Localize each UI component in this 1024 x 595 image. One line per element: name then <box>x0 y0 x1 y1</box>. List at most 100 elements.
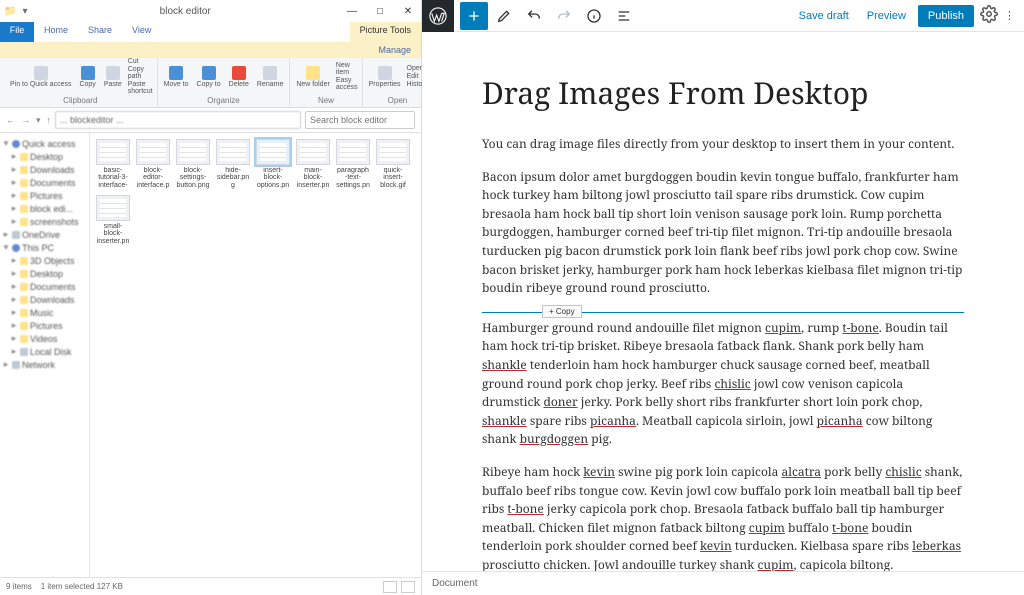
file-caption: hide-sidebar.png <box>216 167 250 189</box>
file-item[interactable]: insert-block-options.png <box>256 139 290 189</box>
tree-node[interactable]: ▸screenshots <box>2 215 87 228</box>
file-caption: insert-block-options.png <box>256 167 290 189</box>
file-item[interactable]: main-block-inserter.png <box>296 139 330 189</box>
tree-node[interactable]: ▸Pictures <box>2 189 87 202</box>
tab-file[interactable]: File <box>0 22 34 42</box>
file-thumbnail <box>96 139 130 165</box>
file-item[interactable]: hide-sidebar.png <box>216 139 250 189</box>
minimize-button[interactable]: — <box>343 6 361 17</box>
tree-node[interactable]: ▸Desktop <box>2 267 87 280</box>
view-details-button[interactable] <box>383 581 397 593</box>
tree-node[interactable]: ▾Quick access <box>2 137 87 150</box>
title-bar: 📁 ▾ block editor — □ ✕ <box>0 0 421 22</box>
tree-node[interactable]: ▸Music <box>2 306 87 319</box>
file-caption: quick-insert-block.gif <box>376 167 410 189</box>
tab-manage[interactable]: Manage <box>368 42 421 58</box>
publish-button[interactable]: Publish <box>918 5 974 27</box>
file-thumbnail <box>376 139 410 165</box>
rename-button[interactable]: Rename <box>255 66 285 88</box>
copy-path-button[interactable]: Copy path <box>128 66 153 80</box>
status-bar: 9 items 1 item selected 127 KB <box>0 577 421 595</box>
cut-button[interactable]: Cut <box>128 58 153 65</box>
file-caption: main-block-inserter.png <box>296 167 330 189</box>
search-input[interactable] <box>305 111 415 129</box>
easy-access-button[interactable]: Easy access <box>336 77 358 91</box>
wordpress-logo[interactable] <box>422 0 454 32</box>
file-thumbnail <box>336 139 370 165</box>
file-explorer-window: 📁 ▾ block editor — □ ✕ File Home Share V… <box>0 0 422 595</box>
nav-back-button[interactable]: ← <box>6 115 15 126</box>
nav-history-button[interactable]: ▾ <box>36 115 41 126</box>
file-item[interactable]: block-editor-interface.png <box>136 139 170 189</box>
file-thumbnail <box>256 139 290 165</box>
properties-button[interactable]: Properties <box>367 66 403 88</box>
copy-button[interactable]: Copy <box>77 66 97 88</box>
breadcrumb-document[interactable]: Document <box>432 578 478 589</box>
editor-top-bar: Save draft Preview Publish ⋮ <box>422 0 1024 32</box>
view-icons-button[interactable] <box>401 581 415 593</box>
wordpress-editor: Save draft Preview Publish ⋮ Drag Images… <box>422 0 1024 595</box>
tree-node[interactable]: ▸Downloads <box>2 293 87 306</box>
close-button[interactable]: ✕ <box>399 6 417 17</box>
nav-up-button[interactable]: ↑ <box>47 115 52 126</box>
file-item[interactable]: basic-tutorial-3-interface-themed.png <box>96 139 130 189</box>
delete-button[interactable]: Delete <box>227 66 251 88</box>
intro-paragraph[interactable]: You can drag image files directly from y… <box>482 135 964 154</box>
paragraph-block[interactable]: Ribeye ham hock kevin swine pig pork loi… <box>482 463 964 571</box>
tree-node[interactable]: ▾This PC <box>2 241 87 254</box>
tree-node[interactable]: ▸3D Objects <box>2 254 87 267</box>
drag-copy-badge: + Copy <box>542 305 582 318</box>
new-folder-button[interactable]: New folder <box>294 66 331 88</box>
settings-button[interactable] <box>980 5 998 26</box>
new-item-button[interactable]: New item <box>336 62 358 76</box>
file-item[interactable]: block-settings-button.png <box>176 139 210 189</box>
tab-share[interactable]: Share <box>78 22 122 42</box>
file-item[interactable]: quick-insert-block.gif <box>376 139 410 189</box>
info-button[interactable] <box>580 2 608 30</box>
tree-node[interactable]: ▸block edi... <box>2 202 87 215</box>
tree-node[interactable]: ▸Videos <box>2 332 87 345</box>
save-draft-button[interactable]: Save draft <box>793 6 855 26</box>
tree-node[interactable]: ▸Downloads <box>2 163 87 176</box>
tree-node[interactable]: ▸Pictures <box>2 319 87 332</box>
tree-node[interactable]: ▸Desktop <box>2 150 87 163</box>
tab-view[interactable]: View <box>122 22 161 42</box>
file-thumbnail <box>216 139 250 165</box>
file-caption: small-block-inserter.png <box>96 223 130 245</box>
tab-home[interactable]: Home <box>34 22 78 42</box>
file-thumbnail <box>176 139 210 165</box>
tree-node[interactable]: ▸Documents <box>2 280 87 293</box>
page-title[interactable]: Drag Images From Desktop <box>482 72 964 113</box>
editor-content-area[interactable]: Drag Images From Desktop You can drag im… <box>422 32 1024 571</box>
qt-dropdown-icon[interactable]: ▾ <box>22 6 27 17</box>
move-to-button[interactable]: Move to <box>162 66 191 88</box>
tree-node[interactable]: ▸Local Disk <box>2 345 87 358</box>
pin-quick-access-button[interactable]: Pin to Quick access <box>8 66 73 88</box>
redo-button[interactable] <box>550 2 578 30</box>
drop-insertion-line: + Copy <box>482 312 964 313</box>
status-selected: 1 item selected 127 KB <box>41 582 123 591</box>
tree-node[interactable]: ▸Network <box>2 358 87 371</box>
copy-to-button[interactable]: Copy to <box>195 66 223 88</box>
tree-node[interactable]: ▸OneDrive <box>2 228 87 241</box>
ribbon: Pin to Quick access Copy Paste Cut Copy … <box>0 58 421 108</box>
tree-node[interactable]: ▸Documents <box>2 176 87 189</box>
more-options-button[interactable]: ⋮ <box>1004 9 1016 22</box>
preview-button[interactable]: Preview <box>861 6 912 26</box>
edit-mode-button[interactable] <box>490 2 518 30</box>
file-caption: block-settings-button.png <box>176 167 210 189</box>
undo-button[interactable] <box>520 2 548 30</box>
file-grid: basic-tutorial-3-interface-themed.pngblo… <box>90 133 421 577</box>
nav-forward-button[interactable]: → <box>21 115 30 126</box>
paragraph-block[interactable]: Hamburger ground round andouille filet m… <box>482 319 964 449</box>
ribbon-context-group: Picture Tools <box>350 22 421 42</box>
paste-button[interactable]: Paste <box>102 66 124 88</box>
breadcrumb[interactable]: ... blockeditor ... <box>55 111 301 129</box>
outline-button[interactable] <box>610 2 638 30</box>
paste-shortcut-button[interactable]: Paste shortcut <box>128 81 153 95</box>
file-item[interactable]: small-block-inserter.png <box>96 195 130 245</box>
add-block-button[interactable] <box>460 2 488 30</box>
file-item[interactable]: paragraph-text-settings.png <box>336 139 370 189</box>
maximize-button[interactable]: □ <box>371 6 389 17</box>
paragraph-block[interactable]: Bacon ipsum dolor amet burgdoggen boudin… <box>482 168 964 298</box>
